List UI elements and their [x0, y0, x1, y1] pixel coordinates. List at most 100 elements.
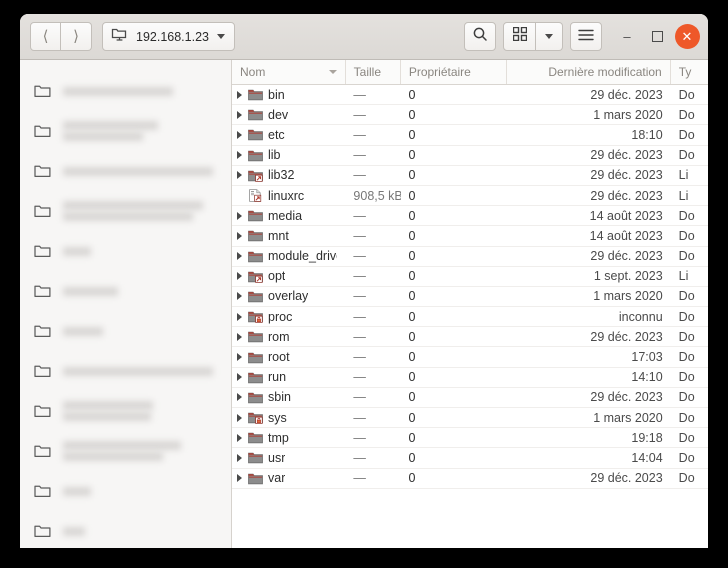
expand-triangle-icon[interactable] [237, 211, 242, 220]
file-row[interactable]: mnt — 0 14 août 2023 Do [232, 226, 708, 247]
file-row[interactable]: var — 0 29 déc. 2023 Do [232, 469, 708, 489]
folder-outline-icon [34, 404, 51, 418]
folder-icon [248, 229, 263, 242]
window-controls: – ✕ [614, 24, 700, 50]
file-modified-cell: 1 sept. 2023 [593, 269, 663, 284]
sidebar-list: / [20, 71, 231, 548]
file-row[interactable]: proc — 0 inconnu Do [232, 307, 708, 328]
expand-triangle-icon[interactable] [237, 151, 242, 160]
expand-triangle-icon[interactable] [237, 90, 242, 99]
sidebar-item[interactable] [20, 391, 231, 431]
close-button[interactable]: ✕ [674, 24, 700, 50]
file-modified-cell: 29 déc. 2023 [590, 188, 663, 203]
folder-outline-icon [34, 84, 51, 98]
file-type-cell: Do [678, 430, 695, 445]
expand-triangle-icon[interactable] [237, 413, 242, 422]
sidebar-item[interactable] [20, 111, 231, 151]
column-header-name[interactable]: Nom [232, 60, 346, 84]
file-row[interactable]: etc — 0 18:10 Do [232, 125, 708, 146]
sidebar-item[interactable] [20, 151, 231, 191]
expand-triangle-icon[interactable] [237, 474, 242, 483]
file-row[interactable]: root — 0 17:03 Do [232, 347, 708, 368]
expand-triangle-icon[interactable] [237, 393, 242, 402]
sidebar-item[interactable] [20, 71, 231, 111]
column-header-owner[interactable]: Propriétaire [401, 60, 508, 84]
file-owner-cell: 0 [408, 289, 416, 304]
file-type-cell: Do [678, 208, 695, 223]
search-button[interactable] [464, 22, 496, 51]
main-menu-button[interactable] [570, 22, 602, 51]
folder-outline-icon [34, 244, 51, 258]
maximize-button[interactable] [644, 24, 670, 50]
column-header-type[interactable]: Ty [671, 60, 708, 84]
file-row[interactable]: lib — 0 29 déc. 2023 Do [232, 146, 708, 166]
column-header-name-label: Nom [240, 65, 266, 79]
expand-triangle-icon[interactable] [237, 433, 242, 442]
file-name-cell: lib [232, 146, 345, 165]
grid-view-button[interactable] [503, 22, 536, 51]
file-name-cell: usr [232, 448, 345, 467]
file-modified-cell: 19:18 [631, 430, 663, 445]
file-type-cell: Do [678, 309, 695, 324]
column-header-size[interactable]: Taille [346, 60, 401, 84]
file-row[interactable]: module_driver — 0 29 déc. 2023 Do [232, 247, 708, 267]
file-row[interactable]: lib32 — 0 29 déc. 2023 Li [232, 166, 708, 186]
expand-triangle-icon[interactable] [237, 373, 242, 382]
expand-triangle-icon[interactable] [237, 110, 242, 119]
file-row[interactable]: rom — 0 29 déc. 2023 Do [232, 327, 708, 348]
folder-icon [248, 351, 263, 364]
sidebar-item[interactable] [20, 511, 231, 548]
file-owner-cell: 0 [408, 208, 416, 223]
file-row[interactable]: overlay — 0 1 mars 2020 Do [232, 287, 708, 308]
folder-icon [248, 209, 263, 222]
sidebar-item[interactable] [20, 471, 231, 511]
file-row[interactable]: opt — 0 1 sept. 2023 Li [232, 267, 708, 287]
file-owner-cell: 0 [408, 471, 416, 486]
file-row[interactable]: sbin — 0 29 déc. 2023 Do [232, 388, 708, 408]
file-row[interactable]: linuxrc 908,5 kB 0 29 déc. 2023 Li [232, 186, 708, 207]
view-options-dropdown-button[interactable] [536, 22, 563, 51]
expand-triangle-icon[interactable] [237, 231, 242, 240]
file-row[interactable]: sys — 0 1 mars 2020 Do [232, 408, 708, 429]
expand-triangle-icon[interactable] [237, 252, 242, 261]
folder-network-icon [111, 27, 128, 47]
file-row[interactable]: run — 0 14:10 Do [232, 368, 708, 388]
folder-outline-icon [34, 284, 51, 298]
expand-triangle-icon[interactable] [237, 353, 242, 362]
folder-icon [248, 290, 263, 303]
file-modified-cell: 14 août 2023 [589, 208, 663, 223]
file-row[interactable]: dev — 0 1 mars 2020 Do [232, 105, 708, 126]
navigation-buttons: ⟨ ⟩ [30, 22, 92, 51]
expand-triangle-icon[interactable] [237, 292, 242, 301]
sidebar-item[interactable] [20, 191, 231, 231]
sidebar-item[interactable] [20, 231, 231, 271]
expand-triangle-icon[interactable] [237, 171, 242, 180]
folder-icon [248, 391, 263, 404]
file-type-cell: Li [678, 269, 689, 284]
folder-outline-icon [34, 484, 51, 498]
file-row[interactable]: bin — 0 29 déc. 2023 Do [232, 85, 708, 106]
sidebar-item[interactable] [20, 271, 231, 311]
expand-triangle-icon[interactable] [237, 453, 242, 462]
expand-triangle-icon[interactable] [237, 272, 242, 281]
forward-button[interactable]: ⟩ [61, 22, 92, 51]
sidebar-item[interactable] [20, 311, 231, 351]
file-owner-cell: 0 [408, 430, 416, 445]
column-header-modified[interactable]: Dernière modification [507, 60, 671, 84]
file-row[interactable]: usr — 0 14:04 Do [232, 448, 708, 469]
file-modified-cell: 18:10 [631, 127, 663, 142]
file-name-cell: sbin [232, 388, 345, 407]
expand-triangle-icon[interactable] [237, 130, 242, 139]
sidebar-item[interactable] [20, 351, 231, 391]
back-button[interactable]: ⟨ [30, 22, 61, 51]
file-name-cell: run [232, 368, 345, 387]
expand-triangle-icon[interactable] [237, 332, 242, 341]
file-owner-cell: 0 [408, 309, 416, 324]
file-row[interactable]: media — 0 14 août 2023 Do [232, 206, 708, 227]
file-row[interactable]: tmp — 0 19:18 Do [232, 428, 708, 449]
file-name-label: media [268, 208, 303, 223]
expand-triangle-icon[interactable] [237, 312, 242, 321]
path-location-button[interactable]: 192.168.1.23 [102, 22, 235, 51]
sidebar-item[interactable] [20, 431, 231, 471]
minimize-button[interactable]: – [614, 24, 640, 50]
